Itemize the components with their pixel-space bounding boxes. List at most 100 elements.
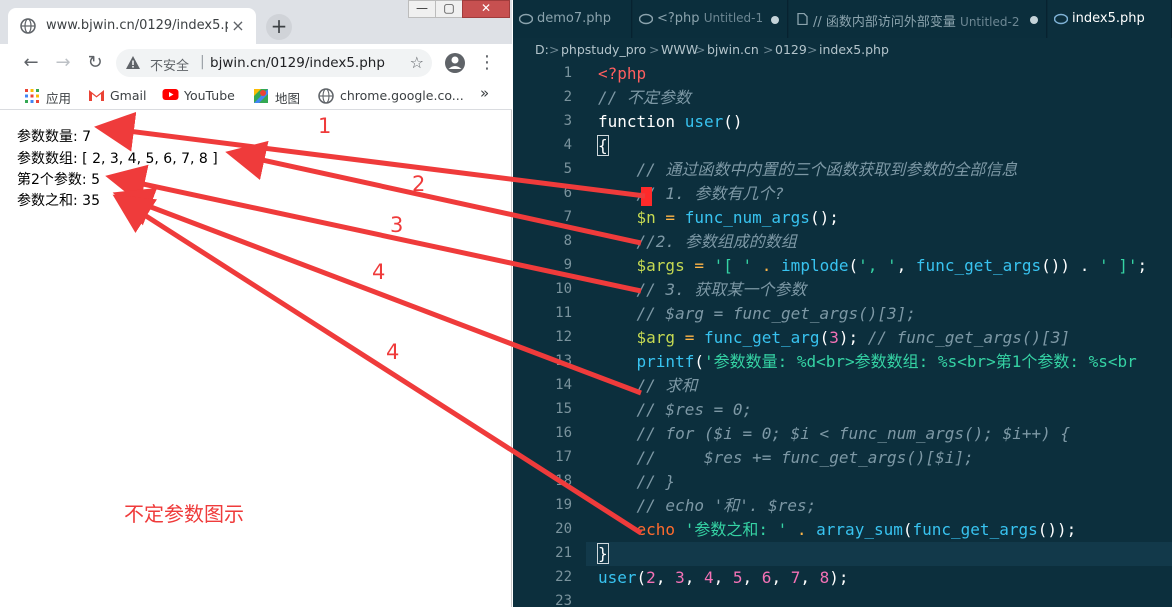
breadcrumb-segment[interactable]: D: — [535, 42, 549, 57]
new-tab-button[interactable]: + — [266, 14, 292, 40]
code-line[interactable]: // for ($i = 0; $i < func_num_args(); $i… — [598, 422, 1070, 446]
bookmarks-bar: 应用 Gmail YouTube 地图 chrome.google.co... … — [0, 82, 512, 110]
gmail-icon — [89, 90, 104, 101]
window-maximize-button[interactable]: ▢ — [435, 0, 463, 18]
editor-tab-subtitle: Untitled-2 — [960, 15, 1020, 29]
code-line[interactable]: //2. 参数组成的数组 — [598, 230, 797, 254]
breadcrumb-segment[interactable]: bjwin.cn — [707, 42, 759, 57]
browser-tab-active[interactable]: www.bjwin.cn/0129/index5.php × — [8, 8, 256, 44]
code-editor: demo7.php <?php Untitled-1 // 函数内部访问外部变量… — [513, 0, 1172, 607]
bookmark-label: chrome.google.co... — [340, 88, 464, 103]
editor-tab-label: <?php — [657, 11, 700, 26]
line-number: 2 — [563, 89, 572, 105]
editor-breadcrumb: D: > phpstudy_pro > WWW > bjwin.cn >0129 > index5… — [513, 38, 1172, 62]
browser-toolbar: ← → ↻ 不安全 | bjwin.cn/0129/index5.php ☆ ⋮ — [0, 44, 512, 82]
annotation-label-4b: 4 — [386, 340, 400, 364]
code-line[interactable]: // 不定参数 — [598, 86, 691, 110]
editor-tab-active[interactable]: index5.php — [1048, 0, 1172, 38]
warning-info-icon[interactable] — [125, 55, 141, 71]
code-line[interactable]: { — [597, 134, 609, 158]
code-line[interactable]: // $res = 0; — [598, 398, 753, 422]
code-line[interactable]: } — [597, 542, 609, 566]
breadcrumb-separator: > — [549, 42, 560, 57]
forward-button[interactable]: → — [50, 50, 76, 76]
globe-icon — [20, 18, 36, 34]
code-line[interactable]: // 通过函数中内置的三个函数获取到参数的全部信息 — [598, 158, 1018, 182]
tab-title: www.bjwin.cn/0129/index5.php — [46, 18, 228, 33]
profile-avatar-icon[interactable] — [444, 52, 466, 74]
browser-menu-button[interactable]: ⋮ — [474, 50, 500, 76]
editor-tab[interactable]: // 函数内部访问外部变量 Untitled-2 — [789, 0, 1047, 38]
tab-close-icon[interactable]: × — [228, 16, 248, 36]
breadcrumb-segment[interactable]: WWW — [661, 42, 698, 57]
line-number: 14 — [555, 377, 572, 393]
annotation-label-3: 3 — [390, 213, 404, 237]
php-file-icon — [639, 13, 653, 25]
bookmark-apps[interactable]: 应用 — [24, 87, 79, 106]
editor-tab[interactable]: demo7.php — [513, 0, 632, 38]
breadcrumb-segment[interactable]: index5.php — [819, 42, 889, 57]
bookmark-label: 应用 — [46, 91, 72, 106]
line-number: 21 — [555, 545, 572, 561]
code-line[interactable]: $n = func_num_args(); — [598, 206, 839, 230]
code-line[interactable]: // } — [598, 470, 676, 494]
window-minimize-button[interactable]: — — [408, 0, 436, 18]
code-line[interactable]: printf('参数数量: %d<br>参数数组: %s<br>第1个参数: %… — [598, 350, 1137, 374]
bookmark-label: 地图 — [275, 91, 301, 106]
line-number: 15 — [555, 401, 572, 417]
code-line[interactable]: function user() — [598, 110, 743, 134]
breadcrumb-segment[interactable]: 0129 — [775, 42, 807, 57]
bookmark-label: YouTube — [184, 88, 235, 103]
code-line[interactable]: // echo '和'. $res; — [598, 494, 817, 518]
editor-tab-bar: demo7.php <?php Untitled-1 // 函数内部访问外部变量… — [513, 0, 1172, 38]
line-number: 1 — [563, 65, 572, 81]
bookmark-youtube[interactable]: YouTube — [162, 87, 242, 105]
line-number: 11 — [555, 305, 572, 321]
back-button[interactable]: ← — [18, 50, 44, 76]
line-number: 6 — [563, 185, 572, 201]
code-line[interactable]: $arg = func_get_arg(3); // func_get_args… — [598, 326, 1071, 350]
bookmark-gmail[interactable]: Gmail — [88, 87, 150, 105]
code-line[interactable]: user(2, 3, 4, 5, 6, 7, 8); — [598, 566, 849, 590]
unsaved-dot-icon — [1030, 16, 1038, 24]
code-line[interactable]: echo '参数之和: ' . array_sum(func_get_args(… — [598, 518, 1077, 542]
code-line[interactable]: // 3. 获取某一个参数 — [598, 278, 807, 302]
editor-tab-label: demo7.php — [537, 11, 612, 26]
php-file-icon — [519, 13, 533, 25]
code-area[interactable]: <?php// 不定参数 function user(){ // 通过函数中内置的… — [597, 62, 1172, 607]
code-line[interactable]: // 1. 参数有几个? — [598, 182, 784, 206]
line-number: 4 — [563, 137, 572, 153]
output-line: 第2个参数: 5 — [17, 172, 100, 188]
breadcrumb-separator: > — [695, 42, 706, 57]
code-line[interactable]: // 求和 — [598, 374, 698, 398]
editor-tab-label: index5.php — [1072, 11, 1145, 26]
bookmark-star-icon[interactable]: ☆ — [410, 53, 424, 72]
annotation-label-1: 1 — [318, 114, 332, 138]
window-close-button[interactable]: ✕ — [462, 0, 510, 18]
code-line[interactable]: $args = '[ ' . implode(', ', func_get_ar… — [598, 254, 1148, 278]
maps-icon — [254, 89, 268, 103]
browser-tab-strip: www.bjwin.cn/0129/index5.php × + — ▢ ✕ — [0, 0, 512, 44]
address-bar[interactable]: 不安全 | bjwin.cn/0129/index5.php ☆ — [116, 49, 432, 77]
code-line[interactable]: // $res += func_get_args()[$i]; — [598, 446, 974, 470]
code-line[interactable]: // $arg = func_get_args()[3]; — [598, 302, 916, 326]
bookmark-maps[interactable]: 地图 — [253, 87, 305, 106]
code-line[interactable]: <?php — [598, 62, 646, 86]
breadcrumb-segment[interactable]: phpstudy_pro — [561, 42, 646, 57]
breadcrumb-separator: > — [649, 42, 660, 57]
bookmarks-overflow-button[interactable]: » — [480, 84, 496, 102]
editor-tab[interactable]: <?php Untitled-1 — [633, 0, 788, 38]
file-icon — [797, 13, 808, 25]
line-number: 19 — [555, 497, 572, 513]
highlight-marker — [641, 187, 652, 206]
reload-button[interactable]: ↻ — [82, 50, 108, 76]
bookmark-chrome-web-store[interactable]: chrome.google.co... — [318, 87, 464, 105]
output-line: 参数数量: 7 — [17, 129, 92, 145]
url-text[interactable]: bjwin.cn/0129/index5.php — [210, 55, 385, 71]
unsaved-dot-icon — [771, 16, 779, 24]
line-number: 7 — [563, 209, 572, 225]
line-number-gutter: 1 2 3 4 5 6 7 8 9 10 11 12 13 14 15 16 17 18 19 20 21 22 23 — [513, 62, 585, 607]
browser-window: www.bjwin.cn/0129/index5.php × + — ▢ ✕ ←… — [0, 0, 512, 607]
apps-grid-icon — [25, 89, 39, 103]
line-number: 13 — [555, 353, 572, 369]
